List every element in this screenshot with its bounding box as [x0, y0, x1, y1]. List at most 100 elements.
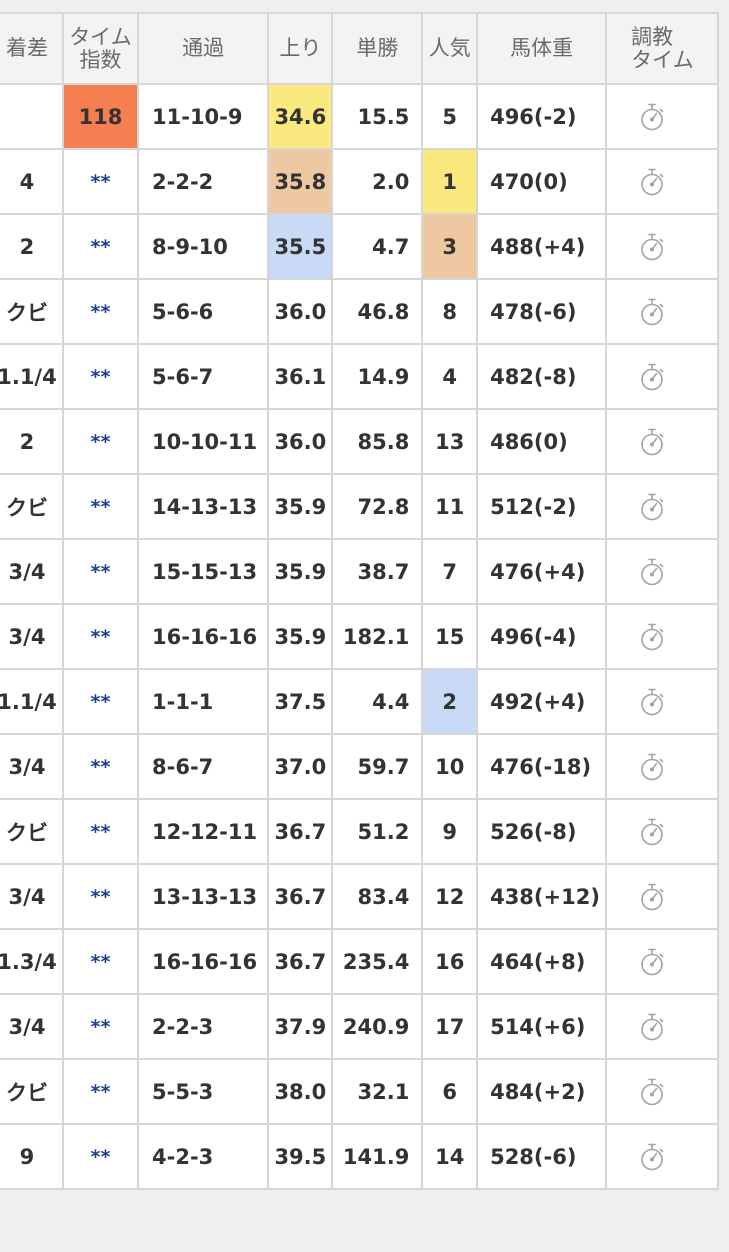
stopwatch-icon[interactable]	[639, 622, 665, 652]
cell-body-weight: 526(-8)	[476, 798, 608, 865]
cell-body-weight: 528(-6)	[476, 1123, 608, 1190]
cell-diff: 2	[0, 408, 64, 475]
cell-popularity: 5	[421, 83, 479, 150]
cell-training-time[interactable]	[605, 603, 719, 670]
cell-passing: 10-10-11	[136, 408, 270, 475]
cell-agari: 37.5	[267, 668, 334, 735]
stopwatch-icon[interactable]	[639, 102, 665, 132]
table-row: 3/4 ** 16-16-16 35.9 182.1 15 496(-4)	[0, 603, 719, 670]
stopwatch-icon[interactable]	[639, 752, 665, 782]
cell-passing: 4-2-3	[136, 1123, 270, 1190]
cell-training-time[interactable]	[605, 213, 719, 280]
stopwatch-icon[interactable]	[639, 232, 665, 262]
cell-body-weight: 496(-2)	[476, 83, 608, 150]
stopwatch-icon[interactable]	[639, 1077, 665, 1107]
cell-diff: クビ	[0, 1058, 64, 1125]
cell-win-odds: 83.4	[331, 863, 424, 930]
cell-time-index: **	[61, 798, 140, 865]
table-row: 1.1/4 ** 5-6-7 36.1 14.9 4 482(-8)	[0, 343, 719, 410]
cell-win-odds: 72.8	[331, 473, 424, 540]
cell-training-time[interactable]	[605, 993, 719, 1060]
results-body: 118 11-10-9 34.6 15.5 5 496(-2) 4 ** 2-2-2 35.8 2.…	[0, 83, 719, 1190]
stopwatch-icon[interactable]	[639, 362, 665, 392]
cell-training-time[interactable]	[605, 863, 719, 930]
cell-time-index: **	[61, 863, 140, 930]
cell-training-time[interactable]	[605, 928, 719, 995]
race-results-table: 着差 タイム 指数 通過 上り 単勝 人気 馬体重 調教 タイム 118 11-1…	[0, 12, 719, 1190]
cell-training-time[interactable]	[605, 1123, 719, 1190]
header-training-line2: タイム	[631, 47, 694, 72]
cell-time-index: **	[61, 1123, 140, 1190]
cell-body-weight: 482(-8)	[476, 343, 608, 410]
stopwatch-icon[interactable]	[639, 817, 665, 847]
cell-passing: 1-1-1	[136, 668, 270, 735]
cell-passing: 2-2-3	[136, 993, 270, 1060]
stopwatch-icon[interactable]	[639, 427, 665, 457]
header-agari: 上り	[267, 12, 334, 85]
cell-popularity: 11	[421, 473, 479, 540]
cell-win-odds: 51.2	[331, 798, 424, 865]
cell-popularity: 16	[421, 928, 479, 995]
table-row: 4 ** 2-2-2 35.8 2.0 1 470(0)	[0, 148, 719, 215]
cell-training-time[interactable]	[605, 798, 719, 865]
cell-win-odds: 14.9	[331, 343, 424, 410]
cell-popularity: 10	[421, 733, 479, 800]
cell-diff: 3/4	[0, 538, 64, 605]
cell-agari: 37.9	[267, 993, 334, 1060]
cell-popularity: 4	[421, 343, 479, 410]
cell-training-time[interactable]	[605, 733, 719, 800]
cell-training-time[interactable]	[605, 473, 719, 540]
cell-diff: 3/4	[0, 733, 64, 800]
cell-diff: 1.1/4	[0, 343, 64, 410]
cell-training-time[interactable]	[605, 278, 719, 345]
cell-popularity: 14	[421, 1123, 479, 1190]
header-time-index: タイム 指数	[61, 12, 140, 85]
stopwatch-icon[interactable]	[639, 1142, 665, 1172]
cell-win-odds: 59.7	[331, 733, 424, 800]
cell-training-time[interactable]	[605, 668, 719, 735]
header-win-odds: 単勝	[331, 12, 424, 85]
table-row: 3/4 ** 13-13-13 36.7 83.4 12 438(+12)	[0, 863, 719, 930]
stopwatch-icon[interactable]	[639, 687, 665, 717]
table-row: 3/4 ** 8-6-7 37.0 59.7 10 476(-18)	[0, 733, 719, 800]
cell-training-time[interactable]	[605, 83, 719, 150]
header-training-time: 調教 タイム	[605, 12, 719, 85]
cell-passing: 2-2-2	[136, 148, 270, 215]
cell-win-odds: 15.5	[331, 83, 424, 150]
cell-diff: クビ	[0, 473, 64, 540]
stopwatch-icon[interactable]	[639, 557, 665, 587]
cell-training-time[interactable]	[605, 1058, 719, 1125]
stopwatch-icon[interactable]	[639, 167, 665, 197]
stopwatch-icon[interactable]	[639, 1012, 665, 1042]
cell-passing: 5-5-3	[136, 1058, 270, 1125]
stopwatch-icon[interactable]	[639, 882, 665, 912]
cell-time-index: **	[61, 473, 140, 540]
cell-win-odds: 141.9	[331, 1123, 424, 1190]
cell-popularity: 2	[421, 668, 479, 735]
cell-passing: 8-6-7	[136, 733, 270, 800]
cell-agari: 36.7	[267, 863, 334, 930]
header-popularity: 人気	[421, 12, 479, 85]
cell-win-odds: 4.7	[331, 213, 424, 280]
stopwatch-icon[interactable]	[639, 492, 665, 522]
cell-body-weight: 476(-18)	[476, 733, 608, 800]
cell-popularity: 15	[421, 603, 479, 670]
cell-time-index: **	[61, 343, 140, 410]
cell-win-odds: 235.4	[331, 928, 424, 995]
cell-popularity: 13	[421, 408, 479, 475]
cell-training-time[interactable]	[605, 148, 719, 215]
cell-training-time[interactable]	[605, 343, 719, 410]
cell-agari: 36.7	[267, 798, 334, 865]
stopwatch-icon[interactable]	[639, 297, 665, 327]
header-body-weight: 馬体重	[476, 12, 608, 85]
cell-passing: 5-6-7	[136, 343, 270, 410]
cell-training-time[interactable]	[605, 408, 719, 475]
cell-agari: 36.1	[267, 343, 334, 410]
cell-diff: 3/4	[0, 863, 64, 930]
stopwatch-icon[interactable]	[639, 947, 665, 977]
table-row: クビ ** 5-5-3 38.0 32.1 6 484(+2)	[0, 1058, 719, 1125]
cell-popularity: 17	[421, 993, 479, 1060]
cell-training-time[interactable]	[605, 538, 719, 605]
table-row: 3/4 ** 15-15-13 35.9 38.7 7 476(+4)	[0, 538, 719, 605]
cell-agari: 35.9	[267, 473, 334, 540]
